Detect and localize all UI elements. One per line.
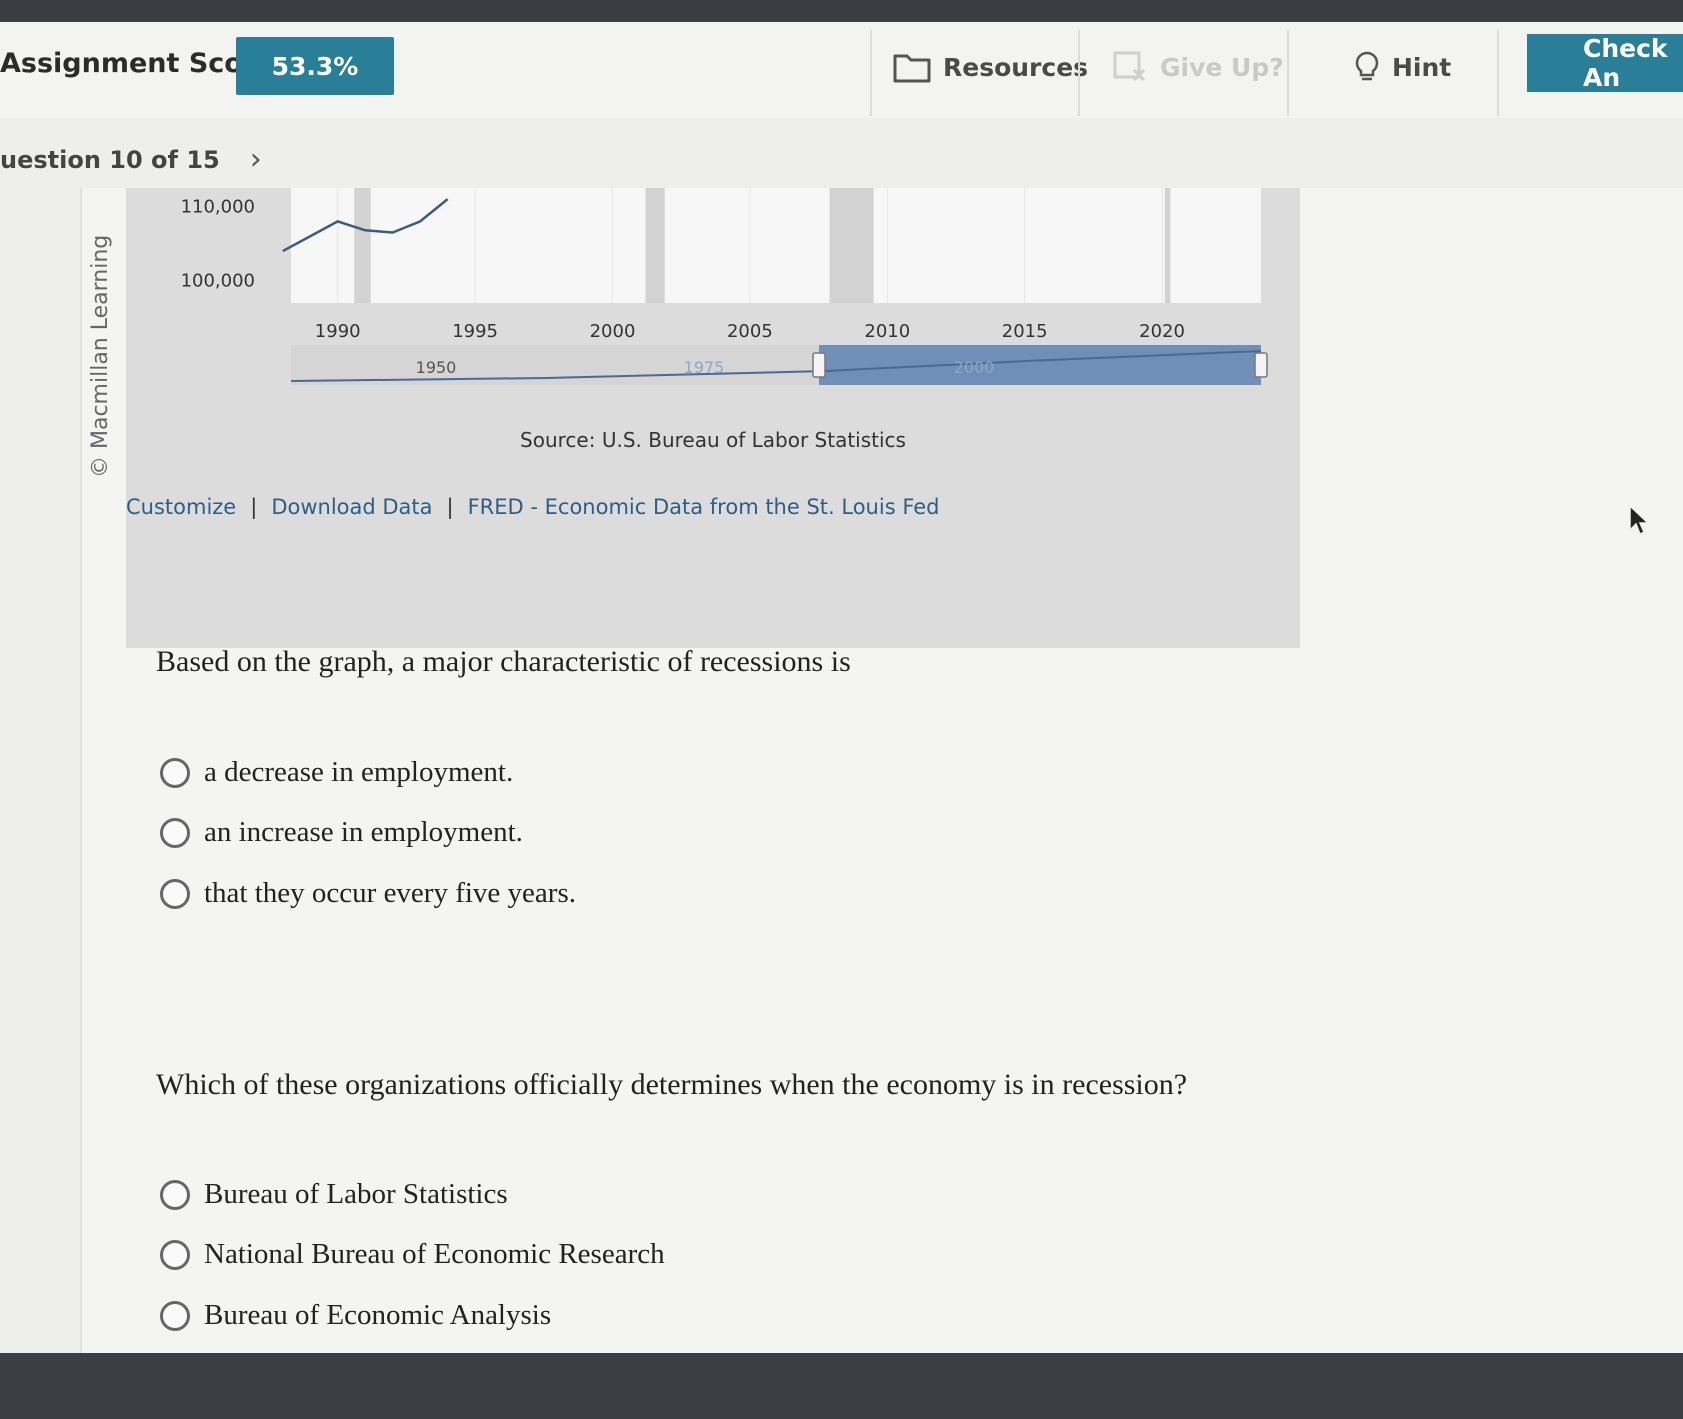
option-label: an increase in employment. [204, 816, 523, 848]
chevron-right-icon[interactable]: › [250, 142, 262, 177]
radio-button[interactable] [160, 1179, 190, 1210]
question-1-prompt: Based on the graph, a major characterist… [156, 645, 851, 678]
y-tick-label: 110,000 [181, 197, 255, 218]
y-tick-label: 100,000 [181, 271, 255, 292]
chart-source: Source: U.S. Bureau of Labor Statistics [520, 428, 906, 452]
q2-option[interactable]: Bureau of Economic Analysis [160, 1299, 551, 1332]
x-tick-label: 2015 [1002, 321, 1048, 342]
header-divider [1078, 30, 1080, 116]
navigator-handle[interactable] [812, 352, 826, 378]
recession-band [829, 188, 874, 303]
option-label: National Bureau of Economic Research [204, 1238, 665, 1270]
fred-link[interactable]: FRED - Economic Data from the St. Louis … [468, 495, 940, 519]
header-divider [1287, 30, 1289, 116]
navigator-tick-label: 1975 [684, 358, 725, 377]
folder-icon [893, 54, 931, 83]
copyright-notice: © Macmillan Learning [88, 234, 113, 478]
radio-button[interactable] [160, 1300, 190, 1331]
option-label: that they occur every five years. [204, 877, 576, 909]
window-top-edge [0, 0, 1683, 22]
navigator-handle[interactable] [1254, 352, 1268, 378]
fred-chart-panel: 110,000 100,000 1990 1995 2000 2005 2010 2015 20… [126, 188, 1300, 648]
q2-option[interactable]: National Bureau of Economic Research [160, 1238, 665, 1271]
x-tick-label: 2010 [864, 321, 910, 342]
radio-button[interactable] [160, 757, 190, 788]
resources-label: Resources [943, 52, 1089, 82]
assignment-score-badge: 53.3% [236, 37, 394, 95]
window-bottom-edge [0, 1353, 1683, 1419]
x-tick-label: 2020 [1139, 321, 1185, 342]
header-divider [1497, 30, 1499, 116]
lightbulb-icon [1355, 51, 1379, 81]
recession-band [1164, 188, 1171, 303]
hint-button[interactable]: Hint [1354, 42, 1451, 92]
x-tick-label: 2000 [590, 321, 636, 342]
hint-label: Hint [1392, 52, 1452, 82]
give-up-button[interactable]: Give Up? [1112, 42, 1284, 92]
radio-button[interactable] [160, 817, 190, 848]
header-divider [870, 30, 872, 116]
q1-option[interactable]: that they occur every five years. [160, 877, 576, 910]
option-label: Bureau of Labor Statistics [204, 1178, 508, 1210]
radio-button[interactable] [160, 1239, 190, 1270]
main-content: uestion 10 of 15 › © Macmillan Learning … [0, 118, 1683, 1353]
link-separator: | [446, 495, 454, 519]
question-2-prompt: Which of these organizations officially … [156, 1068, 1188, 1101]
give-up-label: Give Up? [1160, 52, 1284, 82]
navigator-selection [819, 345, 1261, 385]
chart-links: Customize | Download Data | FRED - Econo… [126, 495, 940, 519]
option-label: a decrease in employment. [204, 756, 514, 788]
radio-button[interactable] [160, 878, 190, 909]
download-data-link[interactable]: Download Data [271, 495, 432, 519]
x-tick-label: 2005 [727, 321, 773, 342]
question-nav: uestion 10 of 15 › [0, 142, 262, 177]
link-separator: | [250, 495, 258, 519]
give-up-icon [1113, 51, 1146, 82]
plot-area [291, 188, 1261, 303]
assignment-header: Assignment Score: 53.3% Resources Give U… [0, 22, 1683, 120]
customize-link[interactable]: Customize [126, 495, 236, 519]
option-label: Bureau of Economic Analysis [204, 1299, 552, 1331]
x-tick-label: 1990 [315, 321, 361, 342]
mouse-cursor-icon [1629, 504, 1650, 536]
resources-button[interactable]: Resources [893, 42, 1088, 92]
x-tick-label: 1995 [452, 321, 498, 342]
q2-option[interactable]: Bureau of Labor Statistics [160, 1178, 508, 1211]
recession-band [354, 188, 371, 303]
recession-band [645, 188, 665, 303]
question-counter: uestion 10 of 15 [0, 145, 220, 174]
navigator-tick-label: 1950 [416, 358, 457, 377]
check-answer-button[interactable]: Check An [1527, 34, 1683, 92]
q1-option[interactable]: an increase in employment. [160, 816, 523, 849]
navigator-tick-label: 2000 [954, 358, 995, 377]
q1-option[interactable]: a decrease in employment. [160, 756, 513, 789]
